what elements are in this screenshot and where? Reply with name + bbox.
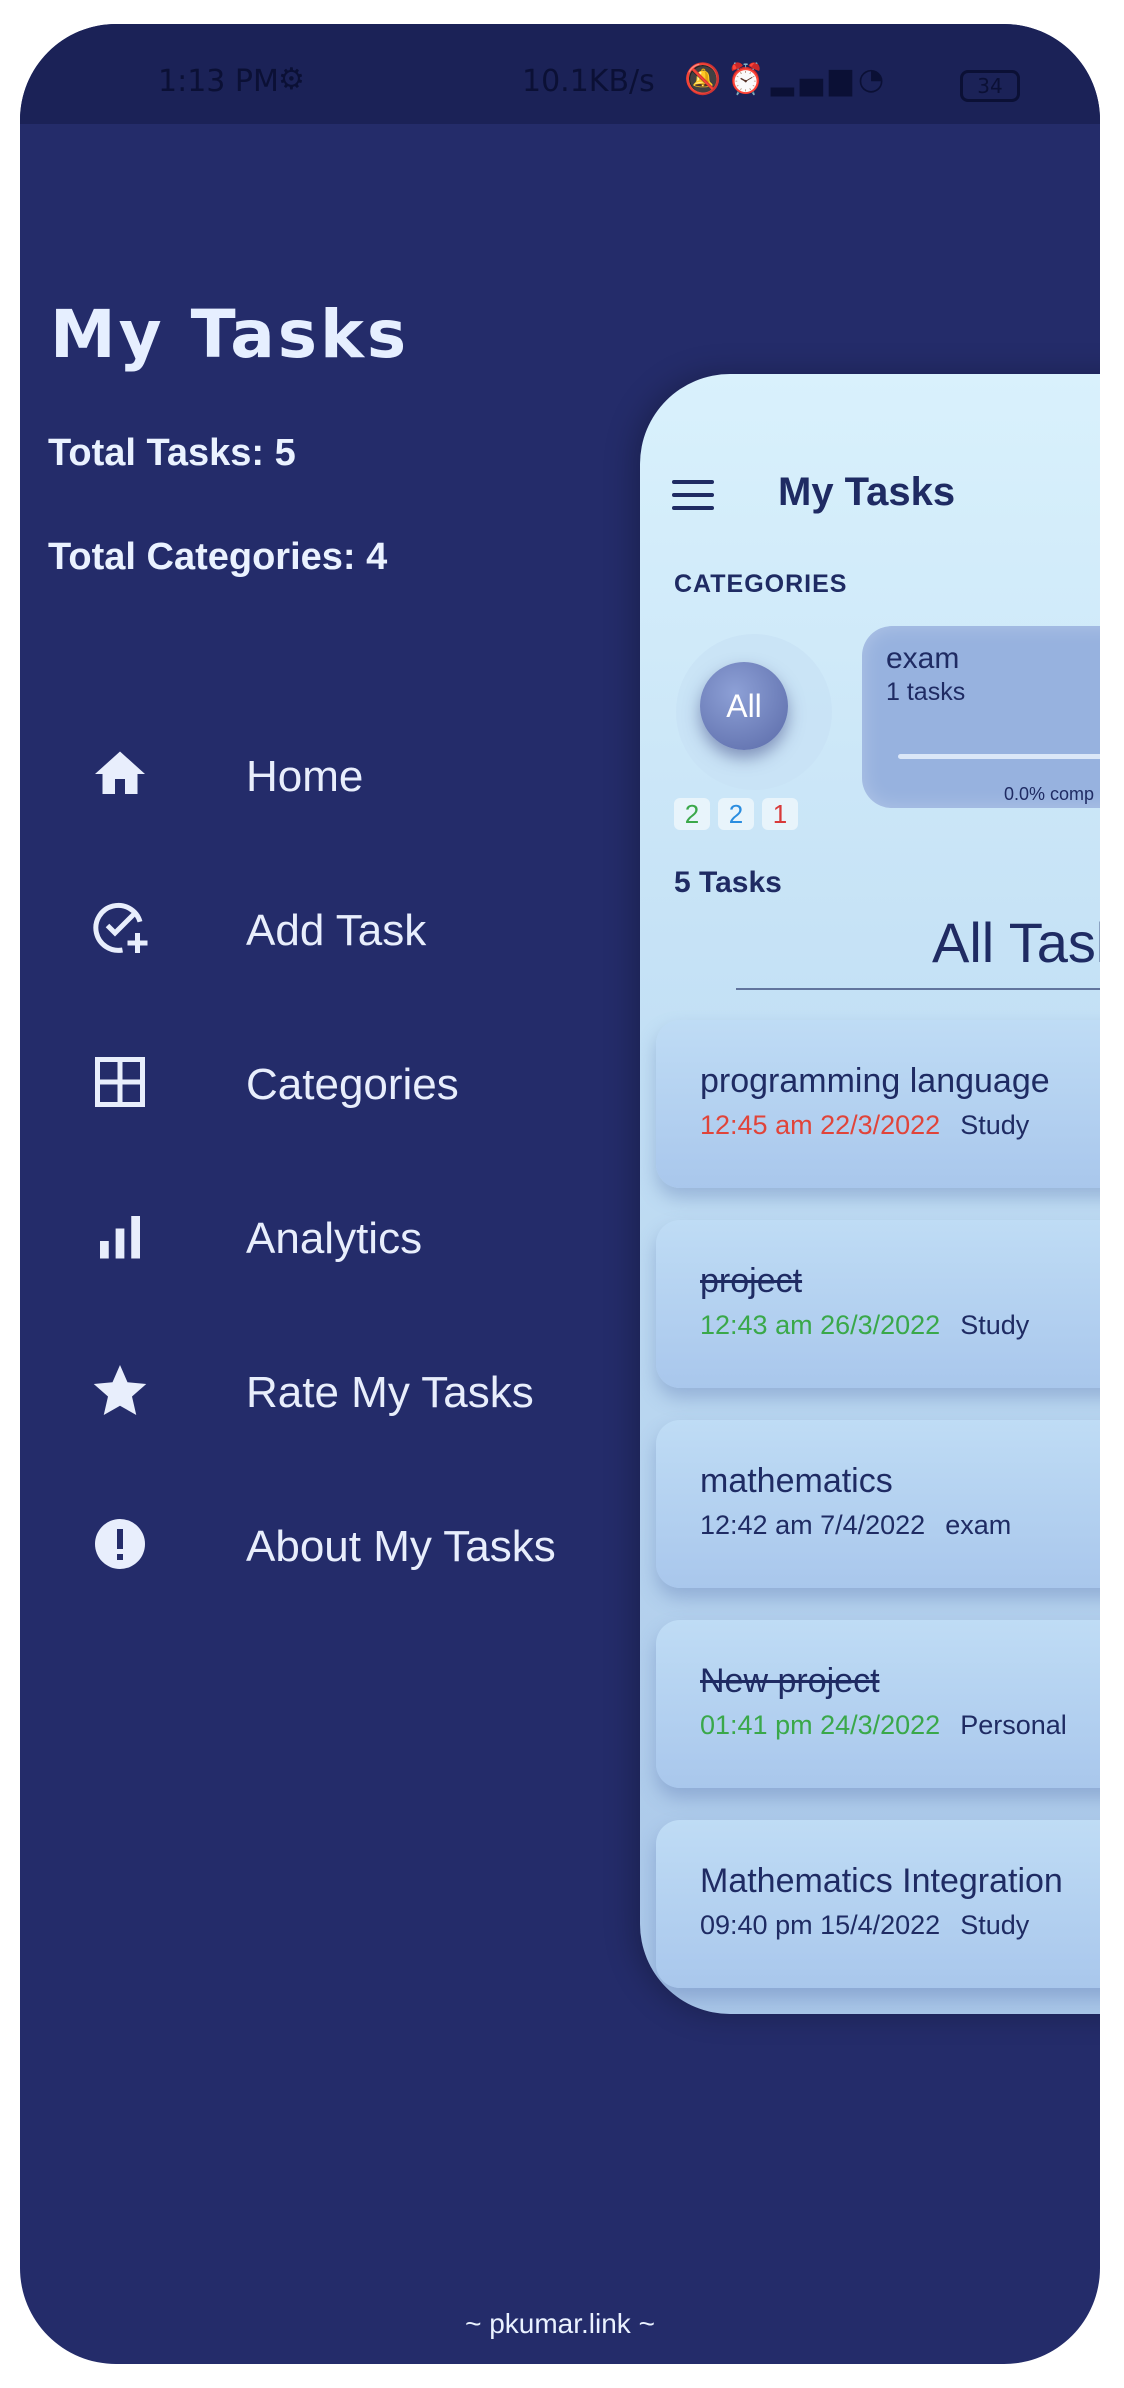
bar-chart-icon [100,1216,140,1259]
task-category: Study [960,1110,1030,1140]
menu-item-label: Home [246,752,364,801]
task-category: Study [960,1310,1030,1340]
status-badges: 221 [674,798,806,830]
menu-item-home[interactable]: Home [20,714,640,834]
badge-completed: 2 [674,798,710,830]
task-title: project [700,1262,803,1300]
menu-item-label: Analytics [246,1214,423,1263]
menu-item-analytics[interactable]: Analytics [20,1176,640,1296]
task-meta: 12:45 am 22/3/2022 Study [700,1110,1029,1141]
task-meta: 09:40 pm 15/4/2022 Study [700,1910,1029,1941]
grid-icon [95,1057,145,1107]
menu-item-about[interactable]: About My Tasks [20,1484,640,1604]
task-category: Study [960,1910,1030,1940]
task-date: 12:43 am 26/3/2022 [700,1310,941,1340]
task-title: mathematics [700,1462,893,1500]
menu-item-rate[interactable]: Rate My Tasks [20,1330,640,1450]
menu-item-label: Add Task [246,906,427,955]
alarm-icon: ⏰ [727,62,771,97]
footer-link[interactable]: ~ pkumar.link ~ [20,2308,1100,2340]
task-card[interactable]: project 12:43 am 26/3/2022 Study [656,1220,1100,1388]
menu-item-add-task[interactable]: Add Task [20,868,640,988]
menu-item-label: Categories [246,1060,459,1109]
status-bar: 1:13 PM ⚙ 10.1KB/s 🔕⏰▂▄▆◔ 34 [20,24,1100,124]
task-date: 09:40 pm 15/4/2022 [700,1910,941,1940]
task-meta: 01:41 pm 24/3/2022 Personal [700,1710,1067,1741]
wifi-icon: ◔ [857,62,891,97]
battery-icon: 34 [960,70,1020,102]
app-title: My Tasks [778,470,956,514]
phone-screen: 1:13 PM ⚙ 10.1KB/s 🔕⏰▂▄▆◔ 34 My Tasks To… [20,24,1100,2364]
menu-item-label: Rate My Tasks [246,1368,534,1417]
list-heading: All Tasks [932,911,1100,974]
info-alert-icon [95,1519,145,1569]
task-card[interactable]: Mathematics Integration 09:40 pm 15/4/20… [656,1820,1100,1988]
star-icon [93,1365,147,1415]
task-card[interactable]: programming language 12:45 am 22/3/2022 S… [656,1020,1100,1188]
signal-icon: ▂▄▆ [770,62,858,97]
task-card[interactable]: New project 01:41 pm 24/3/2022 Personal [656,1620,1100,1788]
task-count: 5 Tasks [674,866,782,899]
drawer-title: My Tasks [50,296,410,373]
task-title: New project [700,1662,880,1700]
task-date: 01:41 pm 24/3/2022 [700,1710,941,1740]
settings-gear-icon: ⚙ [278,62,305,97]
mute-icon: 🔕 [684,62,728,97]
task-category: Personal [960,1710,1067,1740]
task-date: 12:45 am 22/3/2022 [700,1110,941,1140]
hamburger-menu-icon[interactable] [672,480,714,519]
category-progress-text: 0.0% comp [1004,784,1095,804]
network-speed: 10.1KB/s [522,64,655,99]
task-meta: 12:43 am 26/3/2022 Study [700,1310,1029,1341]
total-categories-stat: Total Categories: 4 [48,536,388,578]
menu-item-label: About My Tasks [246,1522,556,1571]
all-categories-button[interactable]: All [700,662,788,750]
task-category: exam [945,1510,1012,1540]
heading-divider [736,988,1100,990]
task-title: programming language [700,1062,1050,1100]
total-tasks-stat: Total Tasks: 5 [48,432,296,474]
menu-item-categories[interactable]: Categories [20,1022,640,1142]
categories-label: CATEGORIES [674,570,848,598]
task-title: Mathematics Integration [700,1862,1063,1900]
add-task-icon [93,902,148,953]
badge-overdue: 1 [762,798,798,830]
home-icon [95,751,145,794]
main-screen-panel[interactable]: My Tasks CATEGORIES All 221 exam 1 tasks… [640,374,1100,2014]
task-meta: 12:42 am 7/4/2022 exam [700,1510,1011,1541]
category-task-count: 1 tasks [886,678,966,706]
category-name: exam [886,642,960,675]
task-date: 12:42 am 7/4/2022 [700,1510,926,1540]
badge-pending: 2 [718,798,754,830]
task-card[interactable]: mathematics 12:42 am 7/4/2022 exam [656,1420,1100,1588]
category-progress-bar [898,754,1100,759]
category-card-exam[interactable]: exam 1 tasks 0.0% comp [862,626,1100,808]
status-time: 1:13 PM [158,64,279,99]
status-icons: 🔕⏰▂▄▆◔ [684,62,890,97]
